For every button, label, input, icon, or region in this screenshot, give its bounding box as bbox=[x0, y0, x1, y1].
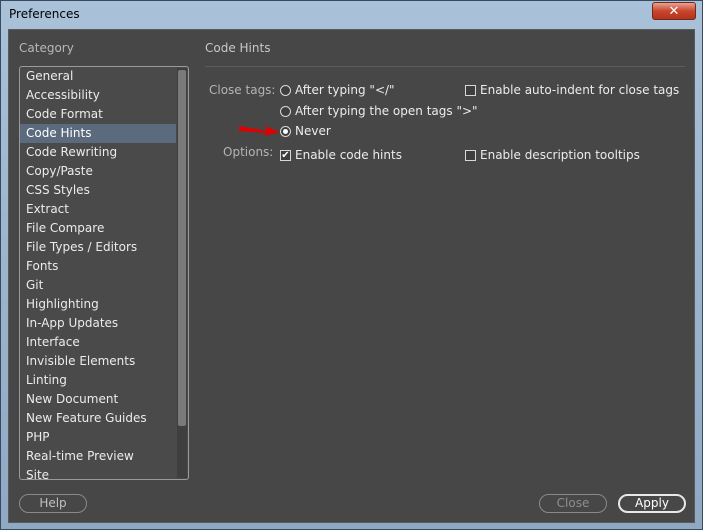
category-item[interactable]: Linting bbox=[20, 371, 188, 390]
category-item[interactable]: Fonts bbox=[20, 257, 188, 276]
section-divider bbox=[205, 66, 685, 67]
category-item[interactable]: New Document bbox=[20, 390, 188, 409]
category-list[interactable]: General Accessibility Code Format Code Hint… bbox=[19, 66, 189, 480]
category-item[interactable]: Code Hints bbox=[20, 124, 176, 143]
scrollbar-thumb[interactable] bbox=[178, 70, 186, 426]
radio-label: After typing "</" bbox=[295, 83, 395, 97]
checkbox-label: Enable code hints bbox=[295, 148, 402, 162]
category-item[interactable]: Interface bbox=[20, 333, 188, 352]
category-scrollbar[interactable] bbox=[177, 68, 187, 478]
category-item[interactable]: Invisible Elements bbox=[20, 352, 188, 371]
category-item[interactable]: File Compare bbox=[20, 219, 188, 238]
window-close-button[interactable]: ✕ bbox=[652, 2, 696, 20]
category-item[interactable]: Site bbox=[20, 466, 188, 479]
checkbox-auto-indent[interactable]: Enable auto-indent for close tags bbox=[465, 83, 679, 97]
close-tags-label: Close tags: bbox=[209, 83, 276, 97]
checkbox-label: Enable auto-indent for close tags bbox=[480, 83, 680, 97]
section-title: Code Hints bbox=[205, 41, 271, 55]
radio-indicator[interactable] bbox=[280, 105, 291, 117]
title-bar[interactable]: Preferences ✕ bbox=[1, 1, 702, 29]
window-title: Preferences bbox=[9, 7, 80, 21]
category-item[interactable]: Code Rewriting bbox=[20, 143, 188, 162]
radio-label: After typing the open tags ">" bbox=[295, 104, 478, 118]
category-heading: Category bbox=[19, 41, 74, 55]
category-item[interactable]: File Types / Editors bbox=[20, 238, 188, 257]
category-item[interactable]: In-App Updates bbox=[20, 314, 188, 333]
checkmark-icon[interactable]: ✔ bbox=[280, 149, 291, 161]
checkbox-indicator[interactable] bbox=[465, 149, 476, 161]
category-item[interactable]: Git bbox=[20, 276, 188, 295]
category-item[interactable]: General bbox=[20, 67, 188, 86]
apply-button[interactable]: Apply bbox=[618, 494, 686, 513]
category-item[interactable]: CSS Styles bbox=[20, 181, 188, 200]
category-item[interactable]: New Feature Guides bbox=[20, 409, 188, 428]
radio-indicator[interactable] bbox=[280, 125, 291, 137]
category-item[interactable]: Real-time Preview bbox=[20, 447, 188, 466]
close-button[interactable]: Close bbox=[539, 494, 607, 513]
checkbox-label: Enable description tooltips bbox=[480, 148, 640, 162]
radio-indicator[interactable] bbox=[280, 84, 291, 96]
radio-label: Never bbox=[295, 124, 331, 138]
category-item[interactable]: Highlighting bbox=[20, 295, 188, 314]
radio-after-typing-slash[interactable]: After typing "</" bbox=[280, 83, 395, 97]
options-label: Options: bbox=[223, 145, 274, 159]
category-item[interactable]: Code Format bbox=[20, 105, 188, 124]
red-arrow-annotation-icon bbox=[239, 126, 280, 136]
radio-after-typing-open-tags[interactable]: After typing the open tags ">" bbox=[280, 104, 478, 118]
preferences-window: Preferences ✕ Category General Accessibil… bbox=[0, 0, 703, 530]
dialog-body: Category General Accessibility Code Format… bbox=[8, 29, 695, 523]
category-item[interactable]: Accessibility bbox=[20, 86, 188, 105]
category-item[interactable]: PHP bbox=[20, 428, 188, 447]
radio-never[interactable]: Never bbox=[280, 124, 331, 138]
category-item[interactable]: Copy/Paste bbox=[20, 162, 188, 181]
help-button[interactable]: Help bbox=[19, 494, 87, 513]
checkbox-indicator[interactable] bbox=[465, 84, 476, 96]
checkbox-enable-code-hints[interactable]: ✔ Enable code hints bbox=[280, 148, 402, 162]
checkbox-description-tooltips[interactable]: Enable description tooltips bbox=[465, 148, 640, 162]
close-icon: ✕ bbox=[668, 3, 680, 19]
category-item[interactable]: Extract bbox=[20, 200, 188, 219]
